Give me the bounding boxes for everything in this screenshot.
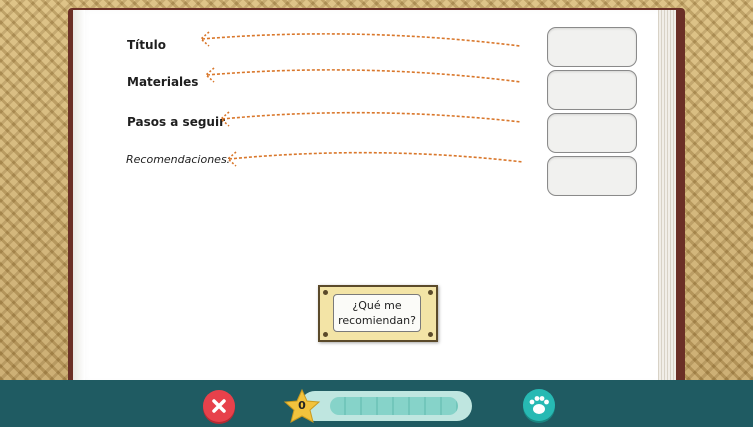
score-value: 0 — [298, 399, 306, 412]
label-pasos: Pasos a seguir — [127, 115, 225, 129]
drop-box-recomendaciones[interactable] — [547, 156, 637, 196]
nail-icon — [323, 290, 328, 295]
drop-box-titulo[interactable] — [547, 27, 637, 67]
progress-bar — [300, 391, 472, 421]
nail-icon — [428, 290, 433, 295]
page-binding — [73, 10, 85, 382]
progress-track — [330, 397, 458, 415]
close-button[interactable] — [203, 390, 235, 422]
nail-icon — [323, 332, 328, 337]
recommendations-button[interactable]: ¿Qué me recomiendan? — [333, 294, 421, 332]
recommendations-button-line1: ¿Qué me — [352, 299, 402, 312]
close-icon — [212, 399, 226, 413]
label-recomendaciones: Recomendaciones: — [126, 153, 231, 166]
drop-box-materiales[interactable] — [547, 70, 637, 110]
label-materiales: Materiales — [127, 75, 199, 89]
paw-button[interactable] — [523, 389, 555, 421]
paw-icon — [529, 396, 549, 414]
arrow-recomendaciones — [226, 151, 524, 167]
note-board: ¿Qué me recomiendan? — [318, 285, 438, 342]
nail-icon — [428, 332, 433, 337]
drop-box-pasos[interactable] — [547, 113, 637, 153]
arrow-titulo — [199, 31, 521, 47]
arrow-pasos — [219, 111, 522, 127]
arrow-materiales — [204, 67, 522, 83]
recommendations-button-line2: recomiendan? — [338, 314, 416, 327]
label-titulo: Título — [127, 38, 166, 52]
